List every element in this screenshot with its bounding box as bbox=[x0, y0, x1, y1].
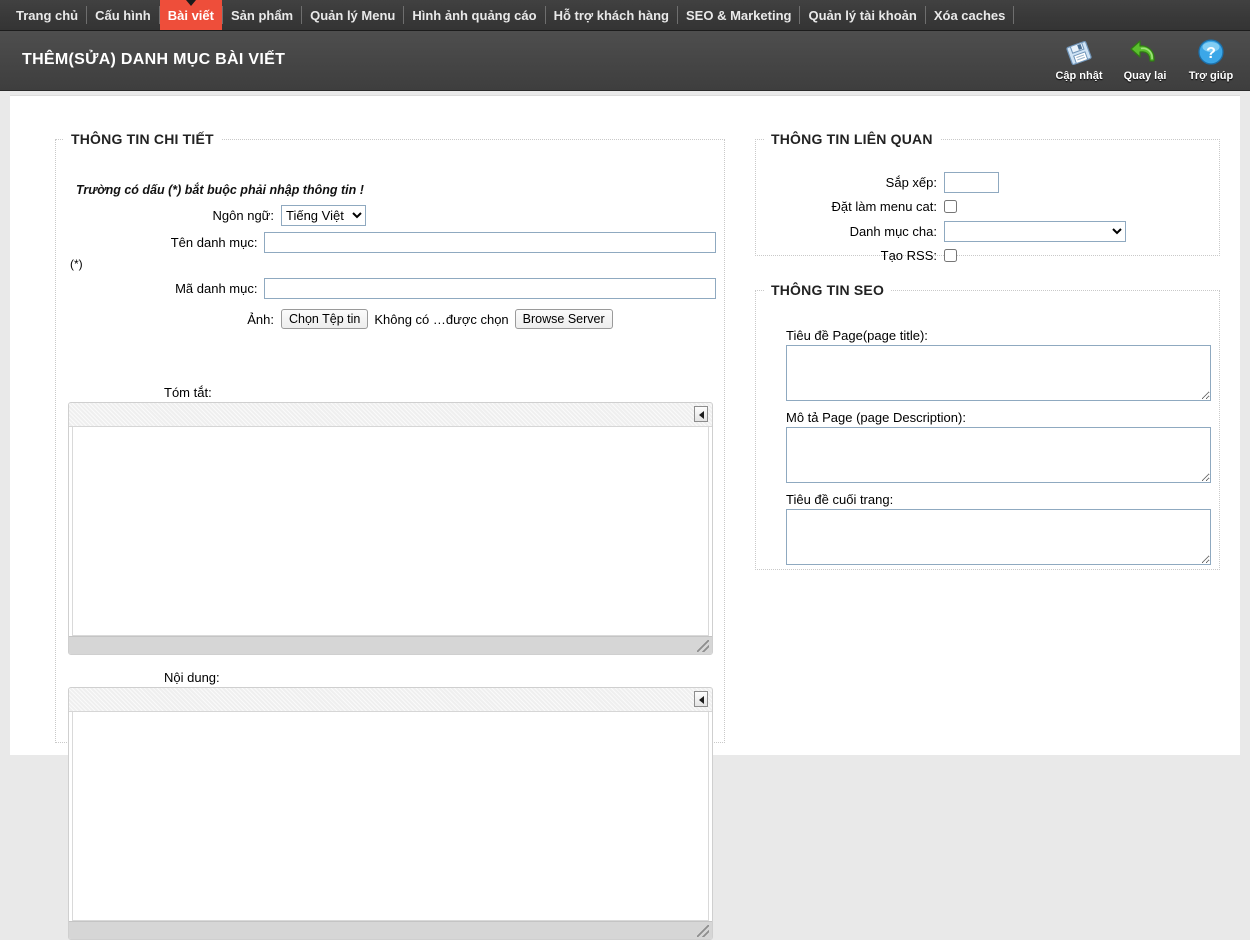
help-button[interactable]: ? Trợ giúp bbox=[1178, 35, 1244, 82]
main-navigation-bar: Trang chủ Cấu hình Bài viết Sản phẩm Quả… bbox=[0, 0, 1250, 31]
language-label: Ngôn ngữ: bbox=[212, 208, 274, 223]
content-toolbar-collapse-icon[interactable] bbox=[694, 691, 708, 707]
parent-category-select[interactable] bbox=[944, 221, 1126, 242]
content-editor-toolbar bbox=[69, 688, 712, 712]
update-button[interactable]: Cập nhật bbox=[1046, 35, 1112, 82]
category-code-label: Mã danh mục: bbox=[175, 281, 258, 296]
content-label: Nội dung: bbox=[164, 670, 220, 685]
help-button-label: Trợ giúp bbox=[1188, 70, 1234, 82]
create-rss-checkbox[interactable] bbox=[944, 249, 957, 262]
category-code-row: Mã danh mục: bbox=[56, 278, 716, 299]
summary-editor-resize-grip[interactable] bbox=[697, 640, 709, 652]
nav-item-bai-viet[interactable]: Bài viết bbox=[159, 0, 222, 30]
nav-separator bbox=[1013, 6, 1015, 24]
help-question-icon: ? bbox=[1194, 37, 1228, 69]
seo-info-legend: THÔNG TIN SEO bbox=[771, 282, 885, 298]
nav-item-san-pham[interactable]: Sản phẩm bbox=[223, 0, 301, 30]
content-editor-statusbar bbox=[69, 921, 712, 939]
summary-editor-body[interactable] bbox=[72, 427, 709, 636]
sort-order-row: Sắp xếp: bbox=[756, 172, 1216, 193]
required-note: Trường có dấu (*) bắt buộc phải nhập thô… bbox=[76, 183, 364, 197]
summary-toolbar-collapse-icon[interactable] bbox=[694, 406, 708, 422]
summary-editor-toolbar bbox=[69, 403, 712, 427]
sort-order-label: Sắp xếp: bbox=[885, 175, 937, 190]
language-row: Ngôn ngữ: Tiếng Việt bbox=[56, 205, 696, 226]
back-button[interactable]: Quay lại bbox=[1112, 35, 1178, 82]
related-info-panel: THÔNG TIN LIÊN QUAN Sắp xếp: Đặt làm men… bbox=[755, 131, 1220, 263]
nav-item-quan-ly-tai-khoan[interactable]: Quản lý tài khoản bbox=[800, 0, 924, 30]
parent-category-label: Danh mục cha: bbox=[849, 224, 937, 239]
nav-item-quan-ly-menu[interactable]: Quản lý Menu bbox=[302, 0, 403, 30]
summary-editor[interactable] bbox=[68, 402, 713, 655]
back-button-label: Quay lại bbox=[1123, 70, 1167, 82]
svg-text:?: ? bbox=[1206, 45, 1216, 62]
image-upload-row: Ảnh: Chọn Tệp tin Không có …được chọn Br… bbox=[56, 309, 716, 329]
file-status-text: Không có …được chọn bbox=[374, 311, 509, 327]
create-rss-label: Tạo RSS: bbox=[880, 248, 937, 263]
detail-info-panel: THÔNG TIN CHI TIẾT Trường có dấu (*) bắt… bbox=[55, 131, 725, 940]
page-description-textarea[interactable] bbox=[786, 427, 1211, 483]
nav-item-cau-hinh[interactable]: Cấu hình bbox=[87, 0, 159, 30]
browse-server-button[interactable]: Browse Server bbox=[514, 309, 613, 329]
page-title: THÊM(SỬA) DANH MỤC BÀI VIẾT bbox=[22, 51, 286, 68]
set-as-menu-cat-label: Đặt làm menu cat: bbox=[831, 199, 938, 214]
content-editor-body[interactable] bbox=[72, 712, 709, 921]
category-name-row: Tên danh mục: bbox=[56, 232, 716, 253]
footer-title-textarea[interactable] bbox=[786, 509, 1211, 565]
parent-category-row: Danh mục cha: bbox=[756, 221, 1216, 242]
page-description-label: Mô tả Page (page Description): bbox=[786, 410, 966, 425]
nav-item-seo-marketing[interactable]: SEO & Marketing bbox=[678, 0, 799, 30]
set-as-menu-cat-checkbox[interactable] bbox=[944, 200, 957, 213]
image-label: Ảnh: bbox=[247, 311, 274, 327]
back-arrow-icon bbox=[1128, 37, 1162, 69]
nav-item-xoa-caches[interactable]: Xóa caches bbox=[926, 0, 1014, 30]
set-as-menu-cat-row: Đặt làm menu cat: bbox=[756, 199, 1216, 214]
nav-item-trang-chu[interactable]: Trang chủ bbox=[8, 0, 86, 30]
header-toolbar: Cập nhật Quay lại ? Trợ giúp bbox=[1046, 35, 1244, 89]
update-button-label: Cập nhật bbox=[1055, 70, 1103, 82]
footer-title-label: Tiêu đề cuối trang: bbox=[786, 492, 894, 507]
category-name-input[interactable] bbox=[264, 232, 716, 253]
page-header: THÊM(SỬA) DANH MỤC BÀI VIẾT Cập nhật Qua… bbox=[0, 31, 1250, 91]
create-rss-row: Tạo RSS: bbox=[756, 248, 1216, 263]
related-info-legend: THÔNG TIN LIÊN QUAN bbox=[771, 131, 933, 147]
summary-label: Tóm tắt: bbox=[164, 385, 212, 400]
summary-editor-statusbar bbox=[69, 636, 712, 654]
page-title-label: Tiêu đề Page(page title): bbox=[786, 328, 928, 343]
content-area: THÔNG TIN CHI TIẾT Trường có dấu (*) bắt… bbox=[10, 95, 1240, 940]
detail-info-legend: THÔNG TIN CHI TIẾT bbox=[71, 131, 214, 147]
language-select[interactable]: Tiếng Việt bbox=[281, 205, 366, 226]
category-code-input[interactable] bbox=[264, 278, 716, 299]
content-editor-resize-grip[interactable] bbox=[697, 925, 709, 937]
save-floppy-icon bbox=[1062, 37, 1096, 69]
sort-order-input[interactable] bbox=[944, 172, 999, 193]
nav-item-hinh-anh-quang-cao[interactable]: Hình ảnh quảng cáo bbox=[404, 0, 544, 30]
page-title-textarea[interactable] bbox=[786, 345, 1211, 401]
nav-item-ho-tro-khach-hang[interactable]: Hỗ trợ khách hàng bbox=[546, 0, 677, 30]
choose-file-button[interactable]: Chọn Tệp tin bbox=[281, 309, 369, 329]
required-asterisk: (*) bbox=[70, 257, 83, 271]
content-editor[interactable] bbox=[68, 687, 713, 940]
seo-info-panel: THÔNG TIN SEO Tiêu đề Page(page title): … bbox=[755, 282, 1220, 570]
category-name-label: Tên danh mục: bbox=[170, 235, 258, 250]
